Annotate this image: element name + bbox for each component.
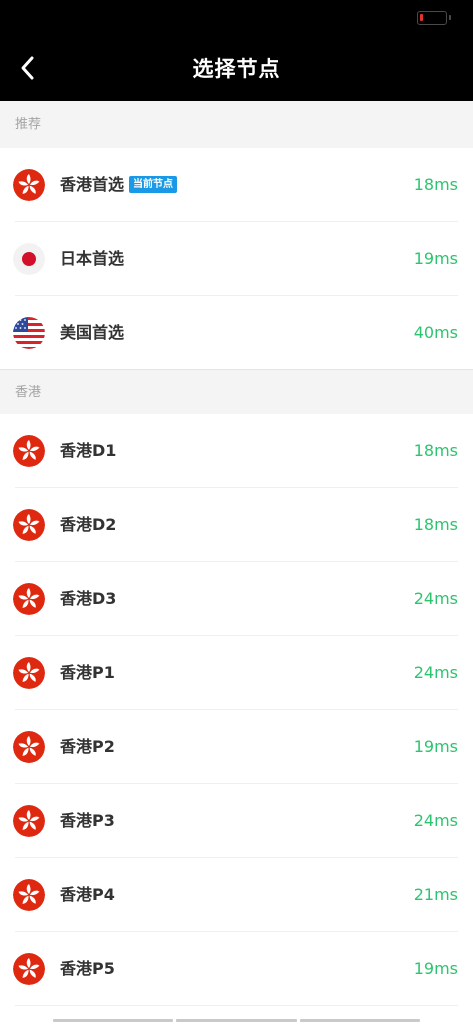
- latency-value: 24ms: [413, 811, 458, 830]
- section-header-recommended: 推荐: [0, 101, 473, 148]
- app-header: 选择节点: [0, 0, 473, 101]
- battery-low-icon: [417, 11, 451, 25]
- node-name: 香港P3: [60, 811, 115, 830]
- list-item-hong-kong-p4[interactable]: 香港P4 21ms: [0, 858, 473, 932]
- node-name: 美国首选: [60, 323, 125, 342]
- hong-kong-flag-icon: [13, 879, 45, 911]
- scroll-indicator: [53, 1019, 420, 1022]
- list-item-hong-kong-preferred[interactable]: 香港首选 当前节点 18ms: [0, 148, 473, 222]
- list-item-hong-kong-p3[interactable]: 香港P3 24ms: [0, 784, 473, 858]
- node-name: 香港D2: [60, 515, 117, 534]
- node-name: 香港P4: [60, 885, 115, 904]
- list-item-hong-kong-d2[interactable]: 香港D2 18ms: [0, 488, 473, 562]
- node-name: 香港首选 当前节点: [60, 148, 178, 222]
- latency-value: 40ms: [413, 323, 458, 342]
- list-item-usa-preferred[interactable]: 美国首选 40ms: [0, 296, 473, 370]
- latency-value: 18ms: [413, 175, 458, 194]
- latency-value: 19ms: [413, 959, 458, 978]
- hong-kong-flag-icon: [13, 435, 45, 467]
- node-selection-screen: 选择节点 推荐 香港首选 当前节点 18ms 日本首选 19ms 美国首选 40…: [0, 0, 473, 1024]
- node-name: 香港D3: [60, 589, 117, 608]
- node-name: 香港P2: [60, 737, 115, 756]
- list-item-hong-kong-d1[interactable]: 香港D1 18ms: [0, 414, 473, 488]
- hong-kong-flag-icon: [13, 731, 45, 763]
- latency-value: 24ms: [413, 589, 458, 608]
- node-name: 日本首选: [60, 249, 125, 268]
- latency-value: 18ms: [413, 441, 458, 460]
- latency-value: 21ms: [413, 885, 458, 904]
- node-name: 香港P1: [60, 663, 115, 682]
- latency-value: 19ms: [413, 249, 458, 268]
- usa-flag-icon: [13, 317, 45, 349]
- japan-flag-icon: [13, 243, 45, 275]
- hong-kong-flag-icon: [13, 509, 45, 541]
- node-name: 香港P5: [60, 959, 115, 978]
- list-item-hong-kong-p5[interactable]: 香港P5 19ms: [0, 932, 473, 1006]
- latency-value: 18ms: [413, 515, 458, 534]
- list-item-japan-preferred[interactable]: 日本首选 19ms: [0, 222, 473, 296]
- list-item-hong-kong-p1[interactable]: 香港P1 24ms: [0, 636, 473, 710]
- hong-kong-flag-icon: [13, 805, 45, 837]
- hong-kong-flag-icon: [13, 169, 45, 201]
- hong-kong-flag-icon: [13, 953, 45, 985]
- current-node-badge: 当前节点: [129, 175, 178, 193]
- hong-kong-flag-icon: [13, 657, 45, 689]
- list-item-hong-kong-d3[interactable]: 香港D3 24ms: [0, 562, 473, 636]
- hong-kong-flag-icon: [13, 583, 45, 615]
- list-item-hong-kong-p2[interactable]: 香港P2 19ms: [0, 710, 473, 784]
- node-name: 香港D1: [60, 441, 117, 460]
- page-title: 选择节点: [192, 57, 281, 81]
- latency-value: 19ms: [413, 737, 458, 756]
- section-header-hong-kong: 香港: [0, 369, 473, 414]
- latency-value: 24ms: [413, 663, 458, 682]
